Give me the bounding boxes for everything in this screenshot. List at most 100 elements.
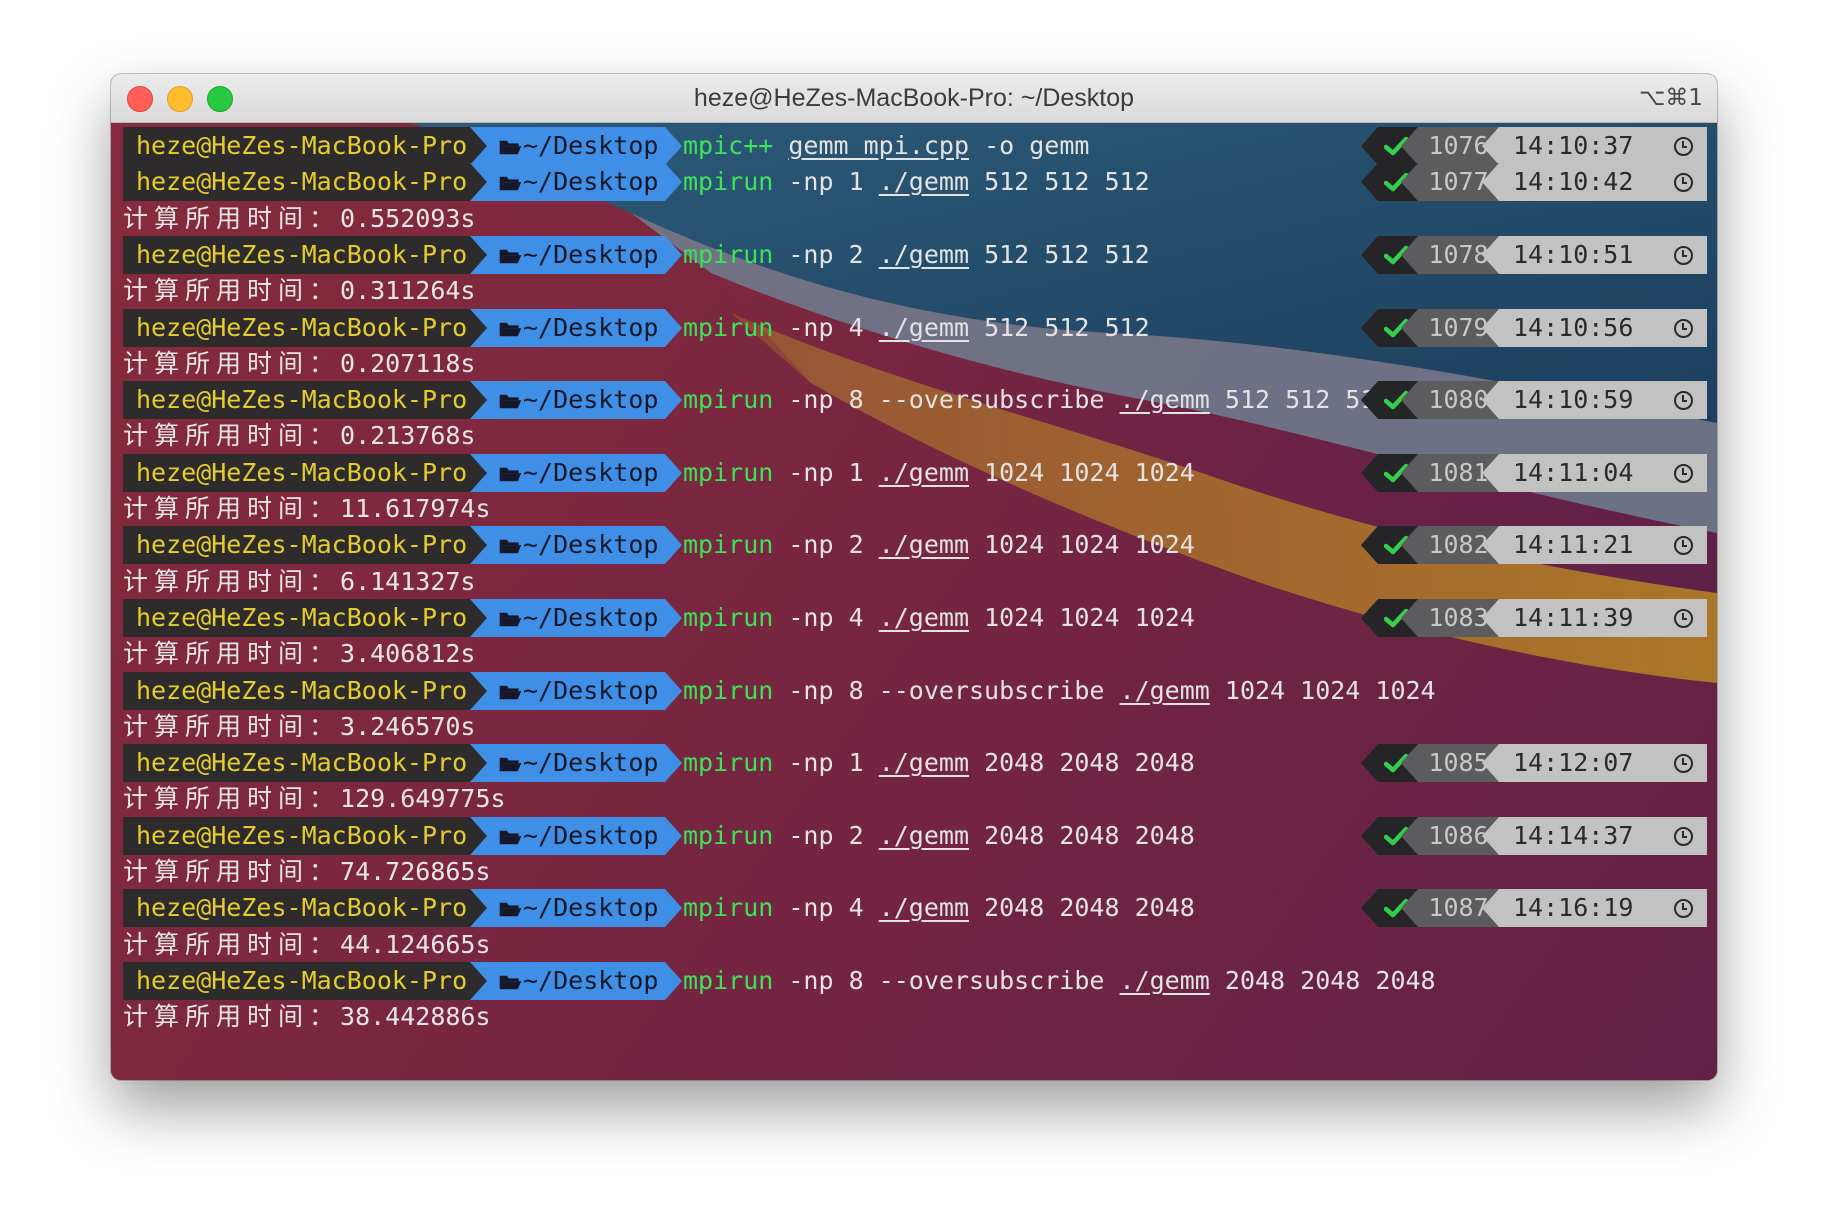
command-text: mpirun -np 4 ./gemm 512 512 512 bbox=[683, 309, 1150, 347]
title-bar[interactable]: heze@HeZes-MacBook-Pro: ~/Desktop ⌥⌘1 bbox=[111, 74, 1717, 123]
prompt-user: heze@HeZes-MacBook-Pro bbox=[136, 385, 468, 414]
prompt-dir: ~/Desktop bbox=[523, 603, 659, 632]
command-options: -np 8 --oversubscribe bbox=[788, 385, 1105, 414]
command-name: mpic++ bbox=[683, 131, 774, 160]
prompt-dir-segment: ~/Desktop bbox=[470, 817, 665, 855]
prompt-user: heze@HeZes-MacBook-Pro bbox=[136, 676, 468, 705]
clock-icon bbox=[1674, 391, 1693, 410]
right-prompt: 1085 14:12:07 bbox=[1361, 744, 1707, 782]
output-value: 3.246570s bbox=[340, 712, 476, 741]
output-line: 计算所用时间：6.141327s bbox=[123, 563, 475, 601]
prompt-line: heze@HeZes-MacBook-Pro ~/Desktop mpirun -n… bbox=[111, 744, 1717, 782]
output-value: 0.311264s bbox=[340, 276, 476, 305]
prompt-dir-segment: ~/Desktop bbox=[470, 744, 665, 782]
folder-open-icon bbox=[498, 889, 523, 927]
folder-open-icon bbox=[498, 163, 523, 201]
prompt-line: heze@HeZes-MacBook-Pro ~/Desktop mpirun -n… bbox=[111, 236, 1717, 274]
terminal-body[interactable]: heze@HeZes-MacBook-Pro ~/Desktop mpic++ ge… bbox=[111, 123, 1717, 1080]
clock-icon bbox=[1674, 754, 1693, 773]
command-target[interactable]: ./gemm bbox=[1120, 676, 1210, 705]
command-target[interactable]: ./gemm bbox=[879, 530, 969, 559]
clock-icon bbox=[1674, 464, 1693, 483]
command-name: mpirun bbox=[683, 458, 774, 487]
prompt-user: heze@HeZes-MacBook-Pro bbox=[136, 821, 468, 850]
clock-icon bbox=[1674, 536, 1693, 555]
command-options: -np 4 bbox=[788, 603, 864, 632]
output-label: 计算所用时间： bbox=[123, 784, 341, 813]
prompt-user-segment: heze@HeZes-MacBook-Pro bbox=[123, 962, 470, 1000]
command-target[interactable]: ./gemm bbox=[879, 893, 969, 922]
right-prompt: 1080 14:10:59 bbox=[1361, 381, 1707, 419]
prompt-user-segment: heze@HeZes-MacBook-Pro bbox=[123, 309, 470, 347]
prompt-dir: ~/Desktop bbox=[523, 530, 659, 559]
command-target[interactable]: ./gemm bbox=[879, 821, 969, 850]
prompt-dir: ~/Desktop bbox=[523, 385, 659, 414]
output-label: 计算所用时间： bbox=[123, 639, 341, 668]
prompt-dir-segment: ~/Desktop bbox=[470, 236, 665, 274]
folder-open-icon bbox=[498, 381, 523, 419]
timestamp-segment: 14:10:51 bbox=[1499, 236, 1707, 274]
clock-icon bbox=[1674, 899, 1693, 918]
command-args: -o gemm bbox=[984, 131, 1090, 160]
output-line: 计算所用时间：11.617974s bbox=[123, 490, 491, 528]
command-args: 512 512 512 bbox=[984, 167, 1150, 196]
timestamp: 14:16:19 bbox=[1513, 893, 1634, 922]
command-target[interactable]: ./gemm bbox=[879, 167, 969, 196]
prompt-dir-segment: ~/Desktop bbox=[470, 889, 665, 927]
prompt-dir-segment: ~/Desktop bbox=[470, 381, 665, 419]
prompt-dir-segment: ~/Desktop bbox=[470, 962, 665, 1000]
timestamp-segment: 14:11:04 bbox=[1499, 454, 1707, 492]
command-name: mpirun bbox=[683, 240, 774, 269]
output-line: 计算所用时间：44.124665s bbox=[123, 926, 491, 964]
prompt-dir: ~/Desktop bbox=[523, 313, 659, 342]
right-prompt: 1078 14:10:51 bbox=[1361, 236, 1707, 274]
output-value: 6.141327s bbox=[340, 567, 476, 596]
command-target[interactable]: ./gemm bbox=[879, 603, 969, 632]
command-target[interactable]: gemm_mpi.cpp bbox=[788, 131, 969, 160]
command-target[interactable]: ./gemm bbox=[879, 240, 969, 269]
right-prompt: 1087 14:16:19 bbox=[1361, 889, 1707, 927]
output-value: 74.726865s bbox=[340, 857, 491, 886]
output-label: 计算所用时间： bbox=[123, 494, 341, 523]
output-line: 计算所用时间：74.726865s bbox=[123, 853, 491, 891]
command-name: mpirun bbox=[683, 385, 774, 414]
prompt-user: heze@HeZes-MacBook-Pro bbox=[136, 240, 468, 269]
folder-open-icon bbox=[498, 962, 523, 1000]
prompt-user-segment: heze@HeZes-MacBook-Pro bbox=[123, 817, 470, 855]
right-prompt: 1076 14:10:37 bbox=[1361, 127, 1707, 165]
command-target[interactable]: ./gemm bbox=[1120, 385, 1210, 414]
prompt-dir-segment: ~/Desktop bbox=[470, 127, 665, 165]
right-prompt: 1083 14:11:39 bbox=[1361, 599, 1707, 637]
command-name: mpirun bbox=[683, 748, 774, 777]
window-title: heze@HeZes-MacBook-Pro: ~/Desktop bbox=[693, 84, 1135, 112]
command-target[interactable]: ./gemm bbox=[879, 458, 969, 487]
command-args: 1024 1024 1024 bbox=[1224, 676, 1436, 705]
prompt-line: heze@HeZes-MacBook-Pro ~/Desktop mpirun -n… bbox=[111, 962, 1717, 1000]
command-options: -np 8 --oversubscribe bbox=[788, 966, 1105, 995]
output-value: 0.213768s bbox=[340, 421, 476, 450]
command-target[interactable]: ./gemm bbox=[1120, 966, 1210, 995]
prompt-dir-segment: ~/Desktop bbox=[470, 454, 665, 492]
folder-open-icon bbox=[498, 454, 523, 492]
command-options: -np 1 bbox=[788, 458, 864, 487]
output-value: 3.406812s bbox=[340, 639, 476, 668]
output-label: 计算所用时间： bbox=[123, 276, 341, 305]
prompt-dir: ~/Desktop bbox=[523, 748, 659, 777]
prompt-line: heze@HeZes-MacBook-Pro ~/Desktop mpirun -n… bbox=[111, 526, 1717, 564]
command-name: mpirun bbox=[683, 167, 774, 196]
command-text: mpirun -np 8 --oversubscribe ./gemm 2048… bbox=[683, 962, 1436, 1000]
command-target[interactable]: ./gemm bbox=[879, 313, 969, 342]
output-value: 38.442886s bbox=[340, 1002, 491, 1031]
prompt-user-segment: heze@HeZes-MacBook-Pro bbox=[123, 599, 470, 637]
output-line: 计算所用时间：3.246570s bbox=[123, 708, 475, 746]
command-text: mpirun -np 1 ./gemm 512 512 512 bbox=[683, 163, 1150, 201]
prompt-dir: ~/Desktop bbox=[523, 131, 659, 160]
command-args: 2048 2048 2048 bbox=[984, 821, 1195, 850]
output-value: 129.649775s bbox=[340, 784, 506, 813]
folder-open-icon bbox=[498, 817, 523, 855]
prompt-dir: ~/Desktop bbox=[523, 966, 659, 995]
timestamp: 14:12:07 bbox=[1513, 748, 1634, 777]
output-value: 0.552093s bbox=[340, 204, 476, 233]
timestamp-segment: 14:12:07 bbox=[1499, 744, 1707, 782]
command-target[interactable]: ./gemm bbox=[879, 748, 969, 777]
